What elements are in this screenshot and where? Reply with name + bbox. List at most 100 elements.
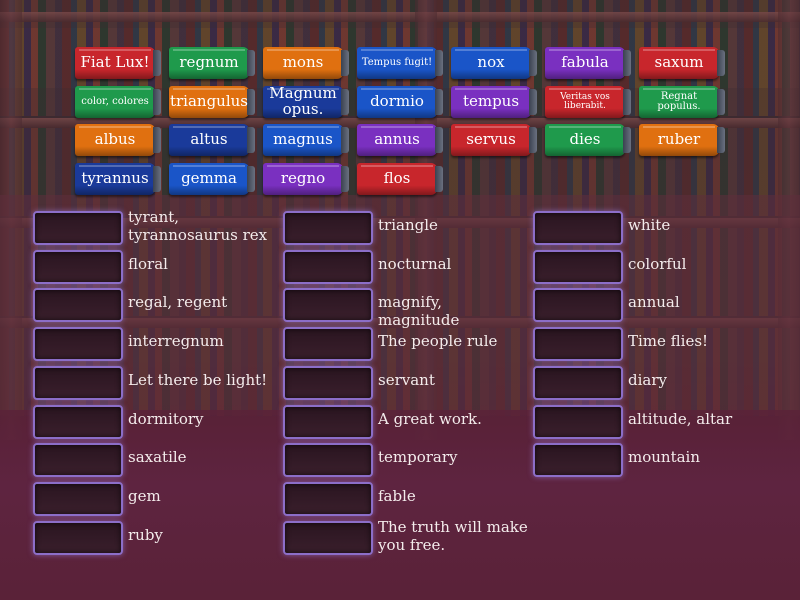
answer-drop-slot[interactable] — [533, 327, 623, 362]
book-tile[interactable]: Fiat Lux! — [75, 47, 161, 79]
book-tile[interactable]: tyrannus — [75, 163, 161, 195]
clue-label: triangle — [378, 216, 438, 234]
clue-label: colorful — [628, 254, 687, 273]
book-tile-label: mons — [282, 53, 324, 72]
book-tile-label: flos — [383, 169, 411, 188]
book-tile[interactable]: dies — [545, 124, 631, 156]
book-tile-label: servus — [466, 130, 516, 149]
answer-drop-slot[interactable] — [33, 520, 123, 555]
answer-drop-slot[interactable] — [33, 249, 123, 284]
answer-drop-slot[interactable] — [283, 365, 373, 400]
answer-drop-slot[interactable] — [533, 288, 623, 323]
answer-drop-slot[interactable] — [33, 404, 123, 439]
book-tile[interactable]: servus — [451, 124, 537, 156]
book-tile[interactable]: saxum — [639, 47, 725, 79]
book-tile-label: regno — [280, 169, 326, 188]
clue-label: saxatile — [128, 448, 187, 467]
clue-label: A great work. — [378, 409, 482, 428]
book-tile-label: magnus — [273, 130, 333, 149]
book-tile-label: tempus — [462, 92, 520, 111]
book-tile-label: dies — [569, 130, 601, 149]
book-tile[interactable]: tempus — [451, 86, 537, 118]
book-tile-label: nox — [477, 53, 505, 72]
clue-label: diary — [628, 370, 667, 389]
clue-label: dormitory — [128, 409, 204, 428]
clue-label: gem — [128, 486, 161, 505]
answer-drop-slot[interactable] — [283, 404, 373, 439]
clue-label: nocturnal — [378, 254, 452, 273]
clue-label: altitude, altar — [628, 409, 733, 428]
book-tile-label: Tempus fugit! — [361, 56, 433, 68]
book-tile-label: Regnat populus. — [657, 90, 701, 112]
clue-label: ruby — [128, 525, 163, 544]
clue-label: fable — [378, 486, 416, 505]
answer-drop-slot[interactable] — [283, 211, 373, 245]
book-tile[interactable]: mons — [263, 47, 349, 79]
book-tile-label: Veritas vos liberabit. — [560, 91, 610, 111]
book-tile[interactable]: Regnat populus. — [639, 86, 725, 118]
clue-label: mountain — [628, 448, 701, 467]
book-tile[interactable]: gemma — [169, 163, 255, 195]
clue-label: Let there be light! — [128, 370, 268, 389]
clue-label: annual — [628, 293, 680, 312]
book-tile[interactable]: regnum — [169, 47, 255, 79]
clue-label: white — [628, 216, 671, 234]
answer-drop-slot[interactable] — [33, 365, 123, 400]
answer-drop-slot[interactable] — [33, 481, 123, 516]
answer-drop-slot[interactable] — [533, 443, 623, 478]
answer-drop-slot[interactable] — [283, 481, 373, 516]
answer-drop-slot[interactable] — [283, 443, 373, 478]
answer-drop-slot[interactable] — [533, 404, 623, 439]
answer-drop-slot[interactable] — [533, 249, 623, 284]
book-tile-label: dormio — [370, 92, 424, 111]
book-tile-label: Fiat Lux! — [80, 53, 150, 72]
book-tile[interactable]: magnus — [263, 124, 349, 156]
book-tile[interactable]: flos — [357, 163, 443, 195]
book-tile[interactable]: nox — [451, 47, 537, 79]
clue-label: The truth will make you free. — [378, 517, 528, 554]
answer-drop-slot[interactable] — [33, 288, 123, 323]
book-tile[interactable]: Tempus fugit! — [357, 47, 443, 79]
clue-label: The people rule — [378, 332, 498, 351]
book-tile-label: altus — [190, 130, 228, 149]
book-tile[interactable]: annus — [357, 124, 443, 156]
book-tile[interactable]: ruber — [639, 124, 725, 156]
book-tile-label: albus — [94, 130, 136, 149]
answer-drop-slot[interactable] — [283, 249, 373, 284]
book-tile[interactable]: color, colores — [75, 86, 161, 118]
book-tile-label: triangulus — [169, 92, 249, 111]
book-tile[interactable]: triangulus — [169, 86, 255, 118]
answer-drop-slot[interactable] — [533, 211, 623, 245]
book-tile-label: color, colores — [81, 95, 149, 107]
book-tile[interactable]: albus — [75, 124, 161, 156]
book-tile[interactable]: Veritas vos liberabit. — [545, 86, 631, 118]
book-tile-label: ruber — [657, 130, 701, 149]
answer-drop-slot[interactable] — [33, 211, 123, 245]
book-tile[interactable]: Magnum opus. — [263, 84, 349, 118]
answer-drop-slot[interactable] — [283, 520, 373, 555]
book-tile-label: saxum — [654, 53, 704, 72]
clue-label: magnify, magnitude — [378, 293, 460, 330]
clue-label: tyrant, tyrannosaurus rex — [128, 208, 268, 244]
answer-drop-slot[interactable] — [33, 443, 123, 478]
answer-drop-slot[interactable] — [283, 327, 373, 362]
book-tile[interactable]: fabula — [545, 47, 631, 79]
shelf-board — [0, 12, 800, 22]
book-tile-label: regnum — [179, 53, 239, 72]
answer-drop-slot[interactable] — [283, 288, 373, 323]
book-tile-label: fabula — [561, 53, 609, 72]
answer-drop-slot[interactable] — [533, 365, 623, 400]
book-tile-label: gemma — [181, 169, 237, 188]
book-tile[interactable]: regno — [263, 163, 349, 195]
book-tile[interactable]: altus — [169, 124, 255, 156]
book-tile[interactable]: dormio — [357, 86, 443, 118]
book-tile-label: Magnum opus. — [269, 84, 337, 118]
clue-label: temporary — [378, 448, 458, 467]
clue-label: interregnum — [128, 332, 224, 351]
clue-label: servant — [378, 370, 435, 389]
book-tile-label: annus — [374, 130, 420, 149]
clue-label: regal, regent — [128, 293, 228, 312]
answer-drop-slot[interactable] — [33, 327, 123, 362]
clue-label: Time flies! — [628, 332, 709, 351]
clue-label: floral — [128, 254, 168, 273]
